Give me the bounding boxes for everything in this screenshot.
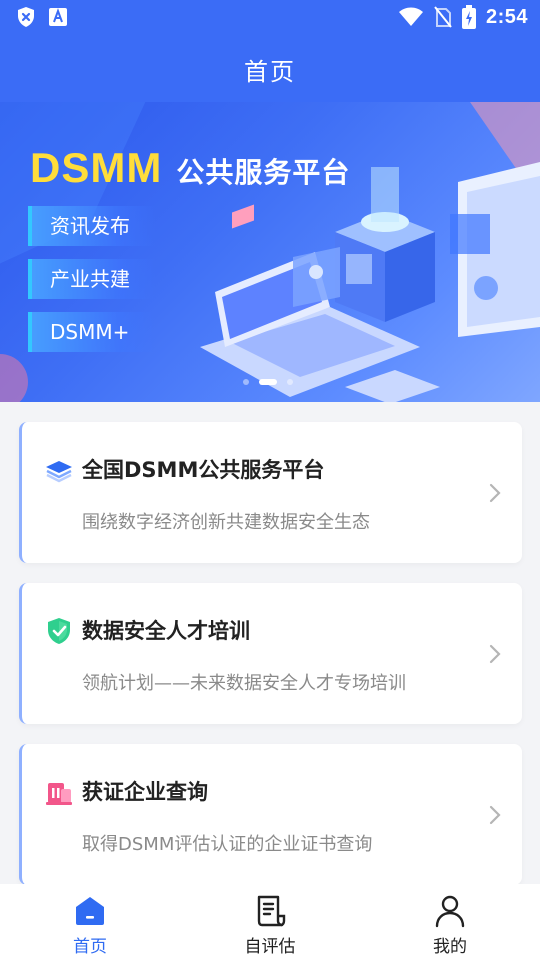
carousel-dot[interactable] — [243, 379, 249, 385]
card-description: 领航计划——未来数据安全人才专场培训 — [82, 673, 406, 694]
carousel-dot[interactable] — [287, 379, 293, 385]
wifi-icon — [398, 7, 423, 26]
status-bar: 2:54 — [0, 0, 540, 36]
building-icon — [46, 783, 72, 805]
bottom-tab-bar: 首页 自评估 我的 — [0, 884, 540, 960]
tab-label: 首页 — [73, 937, 107, 957]
shield-x-icon — [18, 7, 34, 27]
card-certified-enterprise[interactable]: 获证企业查询 取得DSMM评估认证的企业证书查询 — [19, 744, 522, 885]
status-time: 2:54 — [485, 5, 528, 28]
app-bar: 首页 — [0, 36, 540, 102]
shield-check-icon — [48, 618, 70, 644]
font-a-icon — [49, 8, 67, 26]
page-title: 首页 — [244, 57, 296, 86]
card-description: 围绕数字经济创新共建数据安全生态 — [82, 512, 370, 533]
card-description: 取得DSMM评估认证的企业证书查询 — [82, 834, 373, 855]
chevron-right-icon — [489, 805, 501, 825]
banner-carousel[interactable]: DSMM 公共服务平台 资讯发布 产业共建 DSMM+ — [0, 102, 540, 402]
tab-label: 我的 — [433, 937, 467, 957]
card-title: 数据安全人才培训 — [82, 619, 250, 643]
banner-heading: DSMM 公共服务平台 — [30, 144, 350, 192]
card-title: 获证企业查询 — [82, 780, 208, 804]
tab-self-assessment[interactable]: 自评估 — [180, 884, 360, 960]
chevron-right-icon — [489, 644, 501, 664]
user-icon — [435, 895, 465, 928]
banner-pill-dsmm-plus: DSMM+ — [28, 312, 156, 352]
carousel-dot-active[interactable] — [259, 379, 277, 385]
banner-pill-news: 资讯发布 — [28, 206, 156, 246]
carousel-indicator — [243, 379, 293, 385]
home-icon — [76, 897, 104, 925]
banner-subtitle: 公共服务平台 — [176, 156, 351, 189]
banner-brand: DSMM — [30, 144, 163, 191]
tab-mine[interactable]: 我的 — [360, 884, 540, 960]
card-title: 全国DSMM公共服务平台 — [82, 458, 325, 482]
document-icon — [257, 895, 286, 927]
no-sim-icon — [434, 6, 452, 28]
card-talent-training[interactable]: 数据安全人才培训 领航计划——未来数据安全人才专场培训 — [19, 583, 522, 724]
layers-icon — [46, 461, 72, 483]
tab-home[interactable]: 首页 — [0, 884, 180, 960]
chevron-right-icon — [489, 483, 501, 503]
battery-charging-icon — [461, 5, 476, 29]
card-dsmm-platform[interactable]: 全国DSMM公共服务平台 围绕数字经济创新共建数据安全生态 — [19, 422, 522, 563]
tab-label: 自评估 — [244, 937, 296, 957]
banner-pill-industry: 产业共建 — [28, 259, 156, 299]
